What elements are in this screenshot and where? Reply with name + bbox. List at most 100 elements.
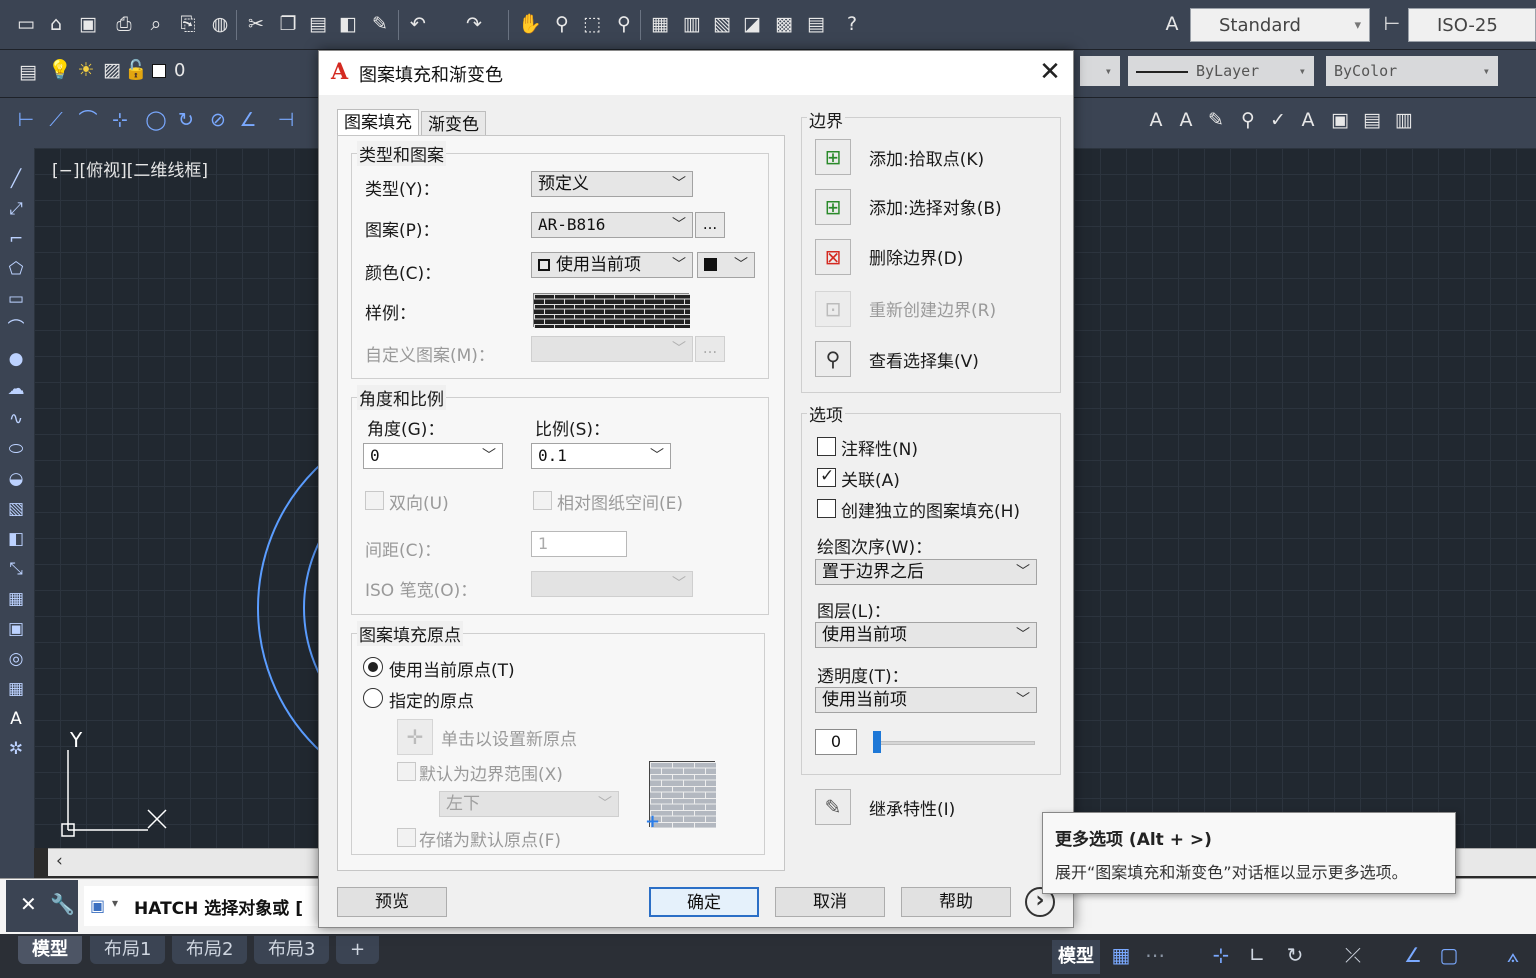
transparency-slider-thumb[interactable] <box>873 731 881 753</box>
set-origin-button[interactable]: ✛ <box>397 719 433 755</box>
region-icon[interactable]: ◎ <box>5 648 27 670</box>
arc-length-icon[interactable]: ⌒ <box>76 108 100 132</box>
recreate-boundary-button[interactable]: ⊡ <box>815 291 851 327</box>
convert-space-icon[interactable]: ▤ <box>1360 108 1384 132</box>
circle-icon[interactable]: ● <box>5 348 27 370</box>
pan-icon[interactable]: ✋ <box>518 12 542 36</box>
text-frame-icon[interactable]: ▥ <box>1392 108 1416 132</box>
line-icon[interactable]: ╱ <box>5 168 27 190</box>
spell-check-icon[interactable]: ✓ <box>1266 108 1290 132</box>
scroll-left-icon[interactable]: ‹ <box>56 851 63 871</box>
dialog-titlebar[interactable]: A 图案填充和渐变色 ✕ <box>319 51 1073 95</box>
text-style-edit-icon[interactable]: A <box>1296 108 1320 132</box>
find-text-icon[interactable]: ⚲ <box>1236 108 1260 132</box>
spline-icon[interactable]: ∿ <box>5 408 27 430</box>
double-checkbox[interactable] <box>365 491 384 510</box>
add-select-objects-label[interactable]: 添加:选择对象(B) <box>869 194 1002 219</box>
zoom-previous-icon[interactable]: ⚲ <box>612 12 636 36</box>
zoom-window-icon[interactable]: ⬚ <box>580 12 604 36</box>
text-icon[interactable]: A <box>1144 108 1168 132</box>
transparency-select[interactable]: 使用当前项 ﹀ <box>815 687 1037 713</box>
arc-icon[interactable]: ⌒ <box>5 318 27 340</box>
close-command-icon[interactable]: ✕ <box>20 892 37 916</box>
undo-icon[interactable]: ↶ <box>406 12 430 36</box>
close-button[interactable]: ✕ <box>1035 57 1065 87</box>
gradient-icon[interactable]: ▣ <box>5 618 27 640</box>
customize-icon[interactable]: 🔧 <box>50 892 75 916</box>
annotative-checkbox[interactable] <box>817 437 836 456</box>
remove-boundaries-label[interactable]: 删除边界(D) <box>869 244 963 269</box>
paste-icon[interactable]: ▤ <box>306 12 330 36</box>
object-snap-icon[interactable]: ▢ <box>1436 942 1462 968</box>
pattern-select[interactable]: AR-B816 ﹀ <box>531 212 693 238</box>
background-color-select[interactable]: ﹀ <box>697 252 755 278</box>
transparency-slider-track[interactable] <box>873 741 1035 745</box>
layer-name[interactable]: 0 <box>174 60 185 81</box>
ortho-icon[interactable]: ∟ <box>1244 942 1270 968</box>
layer-select[interactable]: 使用当前项 ﹀ <box>815 622 1037 648</box>
view-selections-label[interactable]: 查看选择集(V) <box>869 347 979 372</box>
rectangle-icon[interactable]: ▭ <box>5 288 27 310</box>
grid-icon[interactable]: ▦ <box>1108 942 1134 968</box>
angular-icon[interactable]: ∠ <box>236 108 260 132</box>
design-center-icon[interactable]: ▥ <box>680 12 704 36</box>
use-current-origin-radio[interactable] <box>363 657 383 677</box>
diameter-icon[interactable]: ⊘ <box>206 108 230 132</box>
jogged-icon[interactable]: ↻ <box>174 108 198 132</box>
ellipse-arc-icon[interactable]: ◒ <box>5 468 27 490</box>
extent-position-select[interactable]: 左下 ﹀ <box>439 791 619 817</box>
isodraft-icon[interactable]: ⤫ <box>1340 942 1366 968</box>
scale-text-icon[interactable]: A <box>1174 108 1198 132</box>
markup-icon[interactable]: ▩ <box>772 12 796 36</box>
tab-layout2[interactable]: 布局2 <box>172 936 248 964</box>
add-layout-button[interactable]: + <box>336 936 380 964</box>
angle-select[interactable]: 0 ﹀ <box>363 443 503 469</box>
add-pick-points-button[interactable]: ⊞ <box>815 139 851 175</box>
unlock-icon[interactable]: 🔓 <box>124 58 148 82</box>
polar-icon[interactable]: ↻ <box>1282 942 1308 968</box>
polygon-icon[interactable]: ⬠ <box>5 258 27 280</box>
dynamic-input-icon[interactable]: ⊹ <box>1208 942 1234 968</box>
block-icon[interactable]: ◧ <box>336 12 360 36</box>
ellipse-icon[interactable]: ⬭ <box>5 438 27 460</box>
view-selections-button[interactable]: ⚲ <box>815 341 851 377</box>
construction-line-icon[interactable]: ⤢ <box>5 198 27 220</box>
preview-button[interactable]: 预览 <box>337 887 447 917</box>
specified-origin-radio[interactable] <box>363 688 383 708</box>
save-icon[interactable]: ▣ <box>76 12 100 36</box>
help-button[interactable]: 帮助 <box>901 887 1011 917</box>
tool-palettes-icon[interactable]: ▧ <box>710 12 734 36</box>
new-file-icon[interactable]: ▭ <box>14 12 38 36</box>
layer-manager-icon[interactable]: ▤ <box>16 60 40 84</box>
redo-icon[interactable]: ↷ <box>462 12 486 36</box>
table-icon[interactable]: ▦ <box>5 678 27 700</box>
point-icon[interactable]: ⤡ <box>5 558 27 580</box>
associative-checkbox[interactable]: ✓ <box>817 466 836 487</box>
separate-hatches-checkbox[interactable] <box>817 499 836 518</box>
hatch-icon[interactable]: ▦ <box>5 588 27 610</box>
viewport-label[interactable]: [−][俯视][二维线框] <box>52 156 208 181</box>
insert-block-icon[interactable]: ▧ <box>5 498 27 520</box>
cut-icon[interactable]: ✂ <box>244 12 268 36</box>
scale-select[interactable]: 0.1 ﹀ <box>531 443 671 469</box>
ok-button[interactable]: 确定 <box>649 887 759 917</box>
copy-icon[interactable]: ❐ <box>276 12 300 36</box>
model-space-button[interactable]: 模型 <box>1052 940 1100 974</box>
tab-model[interactable]: 模型 <box>18 936 82 964</box>
object-snap-tracking-icon[interactable]: ∠ <box>1400 942 1426 968</box>
viewport-freeze-icon[interactable]: ▨ <box>100 58 124 82</box>
custom-pattern-select[interactable]: ﹀ <box>531 336 693 362</box>
type-select[interactable]: 预定义 ﹀ <box>531 171 693 197</box>
inherit-properties-button[interactable]: ✎ <box>815 789 851 825</box>
add-pick-points-label[interactable]: 添加:拾取点(K) <box>869 145 984 170</box>
snap-icon[interactable]: ⋯ <box>1142 942 1168 968</box>
match-properties-icon[interactable]: ✎ <box>368 12 392 36</box>
open-file-icon[interactable]: ⌂ <box>44 12 68 36</box>
pattern-browse-button[interactable]: ... <box>695 212 725 238</box>
color-select[interactable]: 使用当前项 ﹀ <box>531 252 693 278</box>
cancel-button[interactable]: 取消 <box>775 887 885 917</box>
iso-pen-select[interactable]: ﹀ <box>531 571 693 597</box>
polyline-icon[interactable]: ⌐ <box>5 228 27 250</box>
text-style-icon[interactable]: A <box>1160 12 1184 36</box>
print-icon[interactable]: ⎙ <box>112 12 136 36</box>
